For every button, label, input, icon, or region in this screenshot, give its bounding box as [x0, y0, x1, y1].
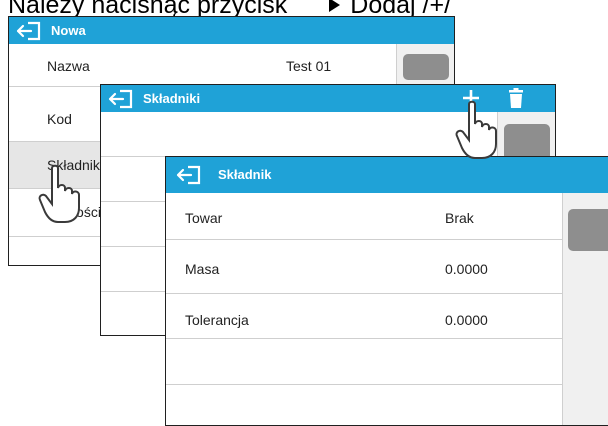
row-towar[interactable]: Towar Brak — [166, 193, 562, 240]
window-skladnik: Składnik Towar Brak Masa 0.0000 Toleranc… — [165, 156, 608, 426]
back-icon[interactable] — [175, 165, 201, 185]
titlebar-skladnik: Składnik — [166, 157, 608, 193]
row-label: Tolerancja — [185, 312, 249, 328]
back-icon[interactable] — [107, 89, 133, 109]
row-label: Nazwa — [47, 58, 90, 74]
scroll-thumb[interactable] — [403, 54, 449, 80]
scroll-thumb[interactable] — [568, 209, 608, 251]
row-label: Kod — [47, 111, 72, 127]
play-icon — [329, 0, 341, 13]
window-title: Składnik — [218, 167, 272, 182]
window-title: Składniki — [143, 91, 201, 106]
row-value: Brak — [445, 210, 474, 226]
row-masa[interactable]: Masa 0.0000 — [166, 240, 562, 294]
list-row[interactable] — [166, 339, 562, 385]
row-value: Test 01 — [286, 58, 332, 74]
window-title: Nowa — [51, 23, 86, 38]
titlebar-nowa: Nowa — [9, 17, 454, 44]
pointing-hand-icon — [38, 164, 80, 223]
row-nazwa[interactable]: Nazwa Test 01 — [9, 44, 396, 87]
row-tolerancja[interactable]: Tolerancja 0.0000 — [166, 294, 562, 339]
row-label: Masa — [185, 261, 220, 277]
scrollbar[interactable] — [562, 193, 608, 425]
list-row[interactable] — [101, 112, 497, 157]
pointing-hand-icon — [455, 100, 497, 159]
row-value: 0.0000 — [445, 312, 488, 328]
row-value: 0.0000 — [445, 261, 488, 277]
back-icon[interactable] — [15, 21, 41, 41]
row-label: Towar — [185, 210, 223, 226]
trash-icon[interactable] — [508, 88, 524, 108]
